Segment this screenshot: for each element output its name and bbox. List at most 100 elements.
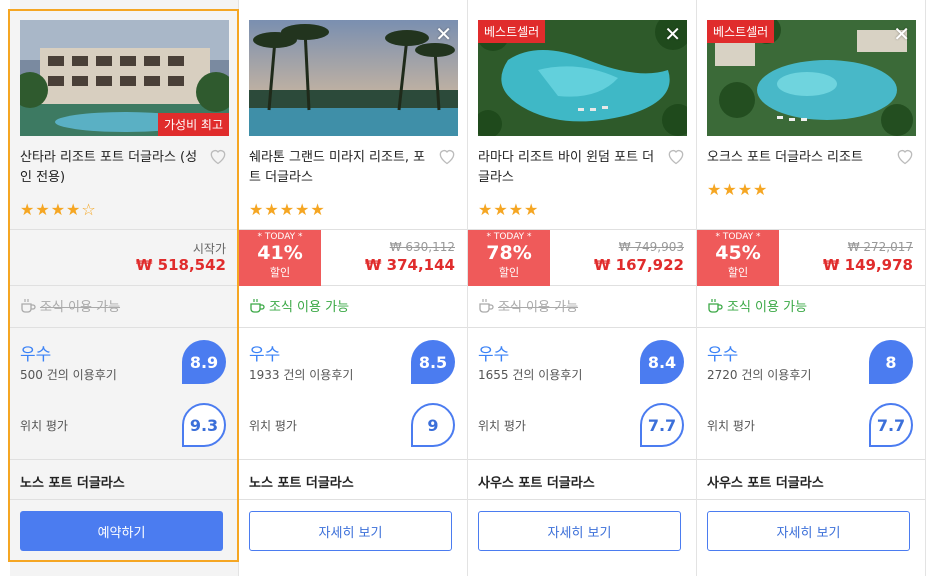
location-score-badge: 9.3 — [182, 403, 226, 447]
button-row: 자세히 보기 — [697, 500, 925, 562]
review-row: 우수 500 건의 이용후기 8.9 — [10, 328, 238, 393]
review-score-badge: 8.5 — [411, 340, 455, 384]
location-row: 위치 평가 9.3 — [10, 393, 238, 460]
hotel-name[interactable]: 산타라 리조트 포트 더글라스 (성인 전용) — [20, 148, 202, 188]
breakfast-info: 조식 이용 가능 — [478, 296, 578, 315]
close-icon[interactable]: ✕ — [664, 24, 681, 44]
breakfast-label: 조식 이용 가능 — [269, 300, 350, 315]
hotel-card-2: ✕ 쉐라톤 그랜드 미라지 리조트, 포트 더글라스 ★★★★★ * TODAY… — [239, 0, 468, 576]
today-discount-badge: * TODAY * 78% 할인 — [468, 230, 550, 286]
review-label: 우수 — [707, 345, 739, 365]
location-score-badge: 7.7 — [640, 403, 684, 447]
area-name: 사우스 포트 더글라스 — [478, 476, 595, 491]
location-score-badge: 9 — [411, 403, 455, 447]
discount-unit: 할인 — [727, 266, 749, 279]
today-label: * TODAY * — [715, 232, 761, 242]
heart-icon[interactable] — [666, 146, 686, 166]
breakfast-label: 조식 이용 가능 — [498, 300, 579, 315]
heart-icon[interactable] — [208, 146, 228, 166]
original-price: ₩ 749,903 — [618, 240, 684, 254]
hotel-comparison-grid: 가성비 최고 산타라 리조트 포트 더글라스 (성인 전용) ★★★★☆ 시작가… — [0, 0, 934, 576]
star-rating: ★★★★☆ — [20, 200, 97, 219]
hotel-name-row: 쉐라톤 그랜드 미라지 리조트, 포트 더글라스 ★★★★★ — [239, 140, 467, 230]
review-row: 우수 1655 건의 이용후기 8.4 — [468, 328, 696, 393]
price: ₩ 149,978 — [822, 256, 913, 274]
hotel-card-3: 베스트셀러 ✕ 라마다 리조트 바이 윈덤 포트 더글라스 ★★★★ * TOD… — [468, 0, 697, 576]
price: ₩ 518,542 — [135, 256, 226, 274]
hotel-name-row: 라마다 리조트 바이 윈덤 포트 더글라스 ★★★★ — [468, 140, 696, 230]
discount-percent: 45% — [715, 242, 761, 264]
price-from-label: 시작가 — [192, 242, 226, 256]
review-count[interactable]: 500 건의 이용후기 — [20, 366, 117, 383]
original-price: ₩ 630,112 — [389, 240, 455, 254]
heart-icon[interactable] — [895, 146, 915, 166]
location-label: 위치 평가 — [707, 419, 755, 433]
hotel-photo[interactable]: 베스트셀러 ✕ — [478, 20, 687, 136]
hotel-photo[interactable]: ✕ — [249, 20, 458, 136]
coffee-icon — [250, 298, 265, 313]
hotel-card-1: 가성비 최고 산타라 리조트 포트 더글라스 (성인 전용) ★★★★☆ 시작가… — [8, 0, 239, 576]
review-count[interactable]: 1655 건의 이용후기 — [478, 366, 582, 383]
area-row: 노스 포트 더글라스 — [239, 460, 467, 500]
location-label: 위치 평가 — [478, 419, 526, 433]
hotel-name-row: 오크스 포트 더글라스 리조트 ★★★★ — [697, 140, 925, 230]
location-score-badge: 7.7 — [869, 403, 913, 447]
location-label: 위치 평가 — [249, 419, 297, 433]
discount-unit: 할인 — [498, 266, 520, 279]
review-count[interactable]: 2720 건의 이용후기 — [707, 366, 811, 383]
location-row: 위치 평가 7.7 — [468, 393, 696, 460]
price-row: * TODAY * 45% 할인 ₩ 272,017 ₩ 149,978 — [697, 230, 925, 286]
discount-percent: 41% — [257, 242, 303, 264]
hotel-name[interactable]: 쉐라톤 그랜드 미라지 리조트, 포트 더글라스 — [249, 148, 431, 188]
price-row: 시작가 ₩ 518,542 — [10, 230, 238, 286]
breakfast-row: 조식 이용 가능 — [239, 286, 467, 328]
button-row: 예약하기 — [10, 500, 238, 562]
price-row: * TODAY * 41% 할인 ₩ 630,112 ₩ 374,144 — [239, 230, 467, 286]
details-button[interactable]: 자세히 보기 — [707, 511, 910, 551]
discount-percent: 78% — [486, 242, 532, 264]
today-label: * TODAY * — [257, 232, 303, 242]
review-label: 우수 — [20, 345, 52, 365]
close-icon[interactable]: ✕ — [435, 24, 452, 44]
today-label: * TODAY * — [486, 232, 532, 242]
hotel-name-row: 산타라 리조트 포트 더글라스 (성인 전용) ★★★★☆ — [10, 140, 238, 230]
button-row: 자세히 보기 — [239, 500, 467, 562]
review-label: 우수 — [478, 345, 510, 365]
location-label: 위치 평가 — [20, 419, 68, 433]
hotel-image-row: 베스트셀러 ✕ — [697, 20, 925, 136]
price-row: * TODAY * 78% 할인 ₩ 749,903 ₩ 167,922 — [468, 230, 696, 286]
star-rating: ★★★★ — [707, 180, 769, 199]
hotel-photo[interactable]: 가성비 최고 — [20, 20, 229, 136]
details-button[interactable]: 자세히 보기 — [478, 511, 681, 551]
bestseller-badge: 베스트셀러 — [478, 20, 546, 43]
hotel-name[interactable]: 라마다 리조트 바이 윈덤 포트 더글라스 — [478, 148, 660, 188]
breakfast-info: 조식 이용 가능 — [249, 296, 349, 315]
close-icon[interactable]: ✕ — [893, 24, 910, 44]
area-row: 사우스 포트 더글라스 — [468, 460, 696, 500]
breakfast-info: 조식 이용 가능 — [20, 296, 120, 315]
review-label: 우수 — [249, 345, 281, 365]
book-button[interactable]: 예약하기 — [20, 511, 223, 551]
location-row: 위치 평가 7.7 — [697, 393, 925, 460]
hotel-name[interactable]: 오크스 포트 더글라스 리조트 — [707, 148, 889, 168]
review-count[interactable]: 1933 건의 이용후기 — [249, 366, 353, 383]
today-discount-badge: * TODAY * 41% 할인 — [239, 230, 321, 286]
coffee-icon — [479, 298, 494, 313]
breakfast-row: 조식 이용 가능 — [10, 286, 238, 328]
breakfast-row: 조식 이용 가능 — [468, 286, 696, 328]
review-score-badge: 8.9 — [182, 340, 226, 384]
original-price: ₩ 272,017 — [847, 240, 913, 254]
hotel-photo-art — [249, 20, 458, 136]
hotel-photo[interactable]: 베스트셀러 ✕ — [707, 20, 916, 136]
button-row: 자세히 보기 — [468, 500, 696, 562]
details-button[interactable]: 자세히 보기 — [249, 511, 452, 551]
heart-icon[interactable] — [437, 146, 457, 166]
price: ₩ 167,922 — [593, 256, 684, 274]
best-value-badge: 가성비 최고 — [157, 113, 229, 136]
area-name: 노스 포트 더글라스 — [20, 476, 125, 491]
review-row: 우수 2720 건의 이용후기 8 — [697, 328, 925, 393]
breakfast-info: 조식 이용 가능 — [707, 296, 807, 315]
coffee-icon — [21, 298, 36, 313]
area-row: 사우스 포트 더글라스 — [697, 460, 925, 500]
review-score-badge: 8.4 — [640, 340, 684, 384]
